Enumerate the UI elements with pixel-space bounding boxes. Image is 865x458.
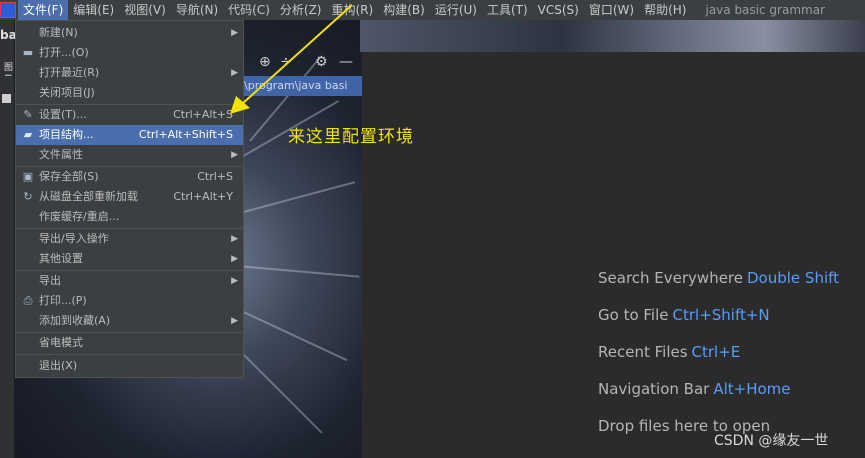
annotation-text: 来这里配置环境: [288, 127, 414, 147]
arrow-shaft: [241, 4, 353, 105]
watermark: CSDN @缘友一世: [714, 433, 829, 449]
annotation-arrow: [230, 4, 353, 114]
